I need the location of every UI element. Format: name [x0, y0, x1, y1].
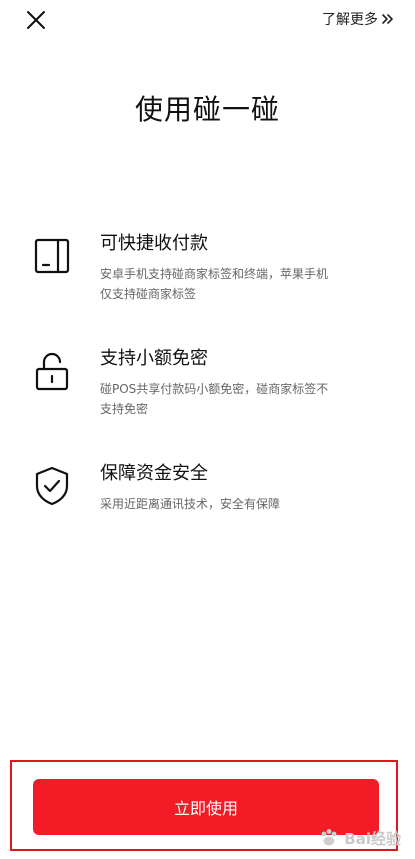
- close-icon: [27, 11, 45, 29]
- shield-check-icon: [30, 464, 74, 508]
- feature-description: 碰POS共享付款码小额免密，碰商家标签不 支持免密: [100, 379, 387, 419]
- paw-icon: [321, 829, 337, 846]
- watermark: Bai经验: [318, 827, 401, 849]
- feature-description-line: 支持免密: [100, 402, 149, 416]
- double-chevron-right-icon: [382, 14, 393, 24]
- feature-title: 支持小额免密: [100, 348, 208, 369]
- feature-item-password-free: 支持小额免密 碰POS共享付款码小额免密，碰商家标签不 支持免密: [30, 347, 387, 419]
- feature-item-fund-security: 保障资金安全 采用近距离通讯技术，安全有保障: [30, 462, 387, 514]
- feature-description: 采用近距离通讯技术，安全有保障: [100, 494, 387, 514]
- phone-tablet-icon: [30, 234, 74, 278]
- page-title: 使用碰一碰: [134, 93, 280, 126]
- feature-description: 安卓手机支持碰商家标签和终端，苹果手机 仅支持碰商家标签: [100, 264, 387, 304]
- feature-item-quick-pay: 可快捷收付款 安卓手机支持碰商家标签和终端，苹果手机 仅支持碰商家标签: [30, 232, 387, 304]
- feature-title: 可快捷收付款: [100, 233, 208, 254]
- close-button[interactable]: [22, 6, 50, 34]
- feature-description-line: 安卓手机支持碰商家标签和终端，苹果手机: [100, 267, 329, 281]
- unlock-icon: [30, 349, 74, 393]
- feature-description-line: 仅支持碰商家标签: [100, 287, 197, 301]
- feature-description-line: 碰POS共享付款码小额免密，碰商家标签不: [100, 382, 329, 396]
- feature-description-line: 采用近距离通讯技术，安全有保障: [100, 497, 281, 511]
- watermark-text: Bai经验: [344, 829, 401, 848]
- feature-title: 保障资金安全: [100, 463, 208, 484]
- learn-more-label: 了解更多: [322, 12, 378, 28]
- learn-more-link[interactable]: 了解更多: [322, 8, 395, 30]
